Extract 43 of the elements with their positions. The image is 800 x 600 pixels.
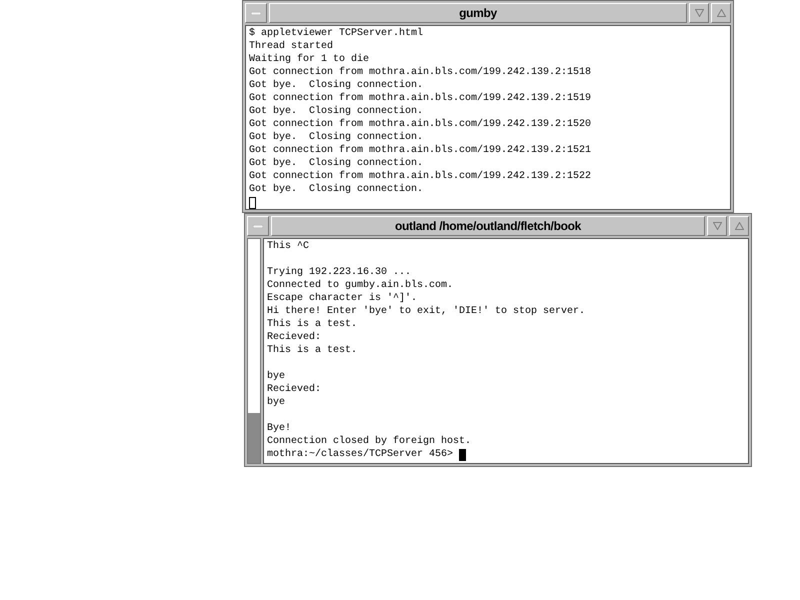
- maximize-button[interactable]: [711, 3, 731, 23]
- terminal-line: This is a test.: [267, 318, 358, 331]
- terminal-line: Got connection from mothra.ain.bls.com/199.242.139.2:1522: [249, 170, 592, 183]
- terminal-line: bye: [267, 396, 286, 409]
- terminal-line: Got connection from mothra.ain.bls.com/199.242.139.2:1519: [249, 92, 592, 105]
- terminal-line: Connected to gumby.ain.bls.com.: [267, 279, 454, 292]
- shell-prompt: mothra:~/classes/TCPServer 456>: [267, 448, 454, 461]
- terminal-line: Hi there! Enter 'bye' to exit, 'DIE!' to stop server.: [267, 305, 586, 318]
- terminal-line: Got bye. Closing connection.: [249, 79, 424, 92]
- minimize-button[interactable]: [689, 3, 709, 23]
- terminal-line: Thread started: [249, 40, 334, 53]
- scrollbar-thumb[interactable]: [248, 413, 260, 463]
- window-title: gumby: [269, 3, 687, 23]
- terminal-line: Got connection from mothra.ain.bls.com/199.242.139.2:1521: [249, 144, 592, 157]
- terminal-line: This ^C: [267, 240, 310, 253]
- dash-icon: [253, 224, 263, 228]
- terminal-line: Got bye. Closing connection.: [249, 131, 424, 144]
- triangle-down-icon: [712, 222, 722, 230]
- terminal-line: Waiting for 1 to die: [249, 53, 370, 66]
- maximize-button[interactable]: [729, 216, 749, 236]
- terminal-line: Recieved:: [267, 383, 322, 396]
- terminal-line: Trying 192.223.16.30 ...: [267, 266, 412, 279]
- terminal-line: Escape character is '^]'.: [267, 292, 418, 305]
- terminal-line: Bye!: [267, 422, 292, 435]
- scrollbar[interactable]: [247, 238, 261, 464]
- triangle-down-icon: [694, 9, 704, 17]
- window-title: outland /home/outland/fletch/book: [271, 216, 705, 236]
- triangle-up-icon: [734, 222, 744, 230]
- terminal-line: Got bye. Closing connection.: [249, 157, 424, 170]
- terminal-line: Got bye. Closing connection.: [249, 105, 424, 118]
- terminal-line: bye: [267, 370, 286, 383]
- dash-icon: [251, 12, 261, 14]
- terminal-line: Connection closed by foreign host.: [267, 435, 472, 448]
- terminal-line: Got bye. Closing connection.: [249, 183, 424, 196]
- terminal-line: Got connection from mothra.ain.bls.com/199.242.139.2:1518: [249, 66, 592, 79]
- terminal-line: Got connection from mothra.ain.bls.com/199.242.139.2:1520: [249, 118, 592, 131]
- terminal-line: This is a test.: [267, 344, 358, 357]
- minimize-button[interactable]: [707, 216, 727, 236]
- terminal-line: $ appletviewer TCPServer.html: [249, 27, 424, 40]
- window-menu-button[interactable]: [245, 3, 267, 23]
- triangle-up-icon: [716, 9, 726, 17]
- terminal-line: Recieved:: [267, 331, 322, 344]
- window-menu-button[interactable]: [247, 216, 269, 236]
